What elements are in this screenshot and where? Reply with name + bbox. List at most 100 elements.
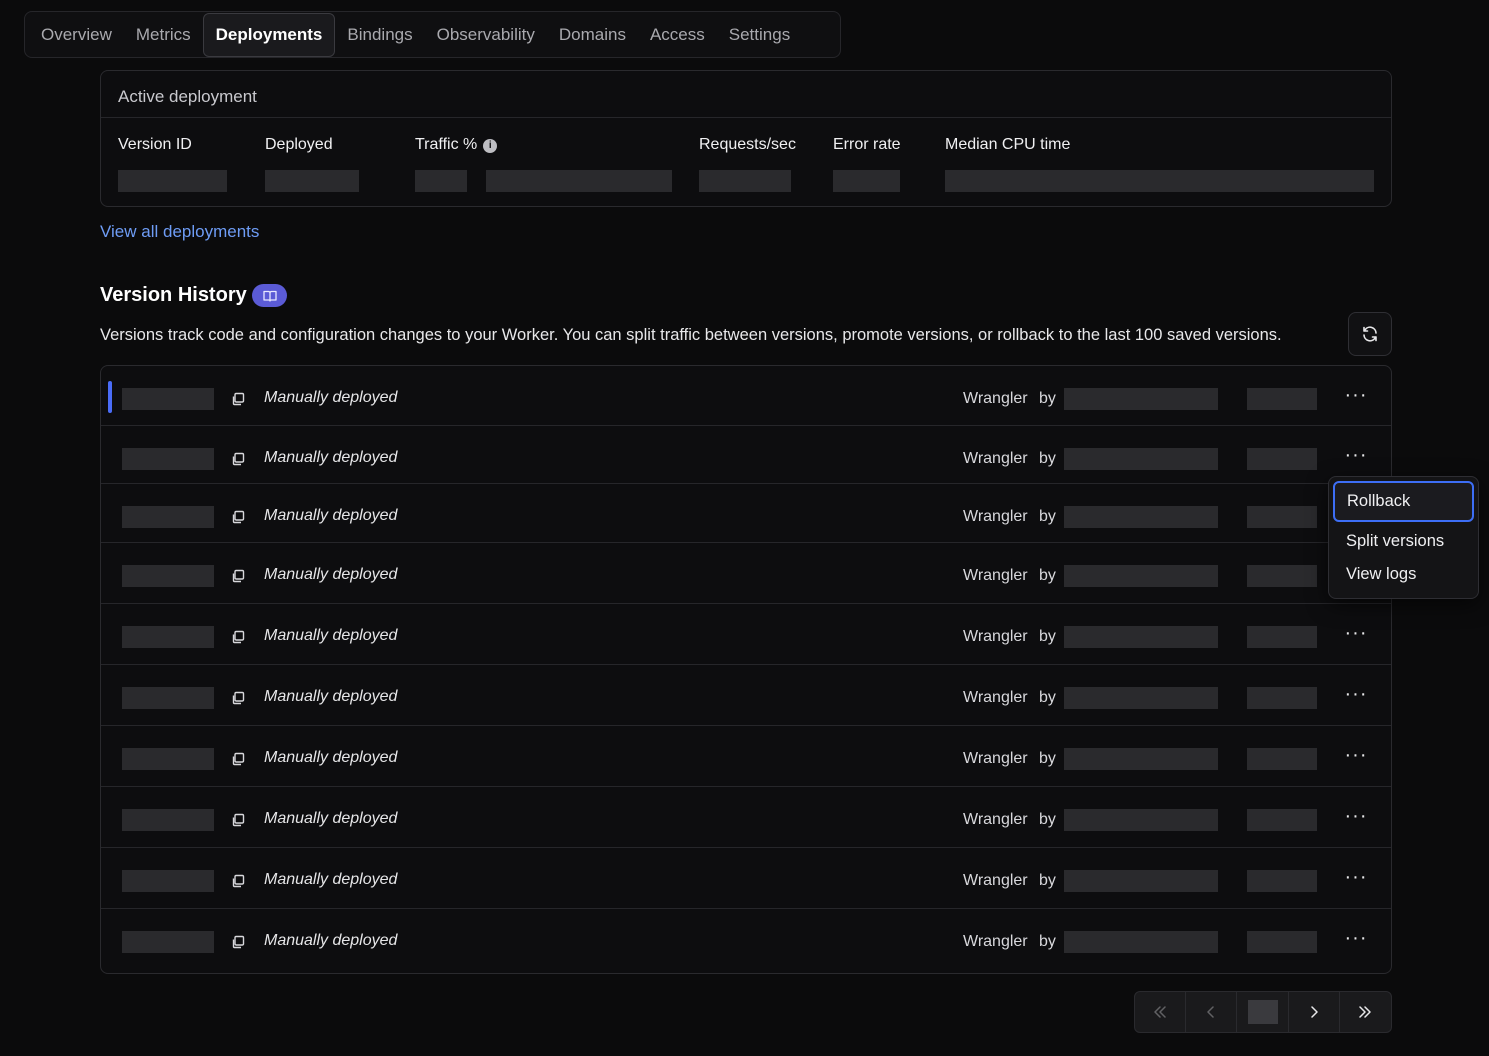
table-row: Manually deployed Wrangler by	[101, 543, 1391, 604]
table-row: Manually deployed Wrangler by ···	[101, 726, 1391, 787]
table-row: Manually deployed Wrangler by ···	[101, 366, 1391, 426]
deployment-message: Manually deployed	[264, 507, 398, 524]
version-id-placeholder	[122, 506, 214, 528]
book-icon	[262, 290, 277, 302]
more-actions-button[interactable]: ···	[1339, 925, 1373, 955]
author-placeholder	[1064, 931, 1218, 953]
copy-icon[interactable]	[230, 690, 246, 706]
tab-observability[interactable]: Observability	[425, 13, 547, 56]
version-id-placeholder	[122, 565, 214, 587]
date-placeholder	[1247, 870, 1317, 892]
copy-icon[interactable]	[230, 451, 246, 467]
more-actions-button[interactable]: ···	[1339, 864, 1373, 894]
copy-icon[interactable]	[230, 568, 246, 584]
current-page-placeholder	[1247, 1000, 1278, 1024]
version-id-placeholder	[122, 809, 214, 831]
column-requests: Requests/sec	[699, 136, 796, 153]
copy-icon[interactable]	[230, 751, 246, 767]
date-placeholder	[1247, 748, 1317, 770]
menu-item-split-versions[interactable]: Split versions	[1346, 532, 1444, 551]
table-row: Manually deployed Wrangler by	[101, 484, 1391, 543]
prev-page-button[interactable]	[1186, 992, 1238, 1032]
copy-icon[interactable]	[230, 812, 246, 828]
menu-item-view-logs[interactable]: View logs	[1346, 565, 1416, 584]
last-page-button[interactable]	[1340, 992, 1391, 1032]
deployment-message: Manually deployed	[264, 627, 398, 644]
tab-bar: Overview Metrics Deployments Bindings Ob…	[24, 11, 841, 58]
date-placeholder	[1247, 931, 1317, 953]
column-traffic: Traffic % i	[415, 136, 498, 154]
table-row: Manually deployed Wrangler by ···	[101, 604, 1391, 665]
current-page-button[interactable]	[1237, 992, 1289, 1032]
deployed-by-label: by	[1039, 508, 1056, 525]
error-rate-placeholder	[833, 170, 900, 192]
next-page-button[interactable]	[1289, 992, 1340, 1032]
tab-domains[interactable]: Domains	[547, 13, 638, 56]
more-actions-button[interactable]: ···	[1339, 681, 1373, 711]
double-chevron-left-icon	[1154, 1006, 1166, 1018]
version-id-placeholder	[118, 170, 227, 192]
info-icon[interactable]: i	[483, 139, 498, 153]
date-placeholder	[1247, 809, 1317, 831]
deployment-source: Wrangler	[963, 450, 1028, 467]
deployment-source: Wrangler	[963, 390, 1028, 407]
row-action-menu: Rollback Split versions View logs	[1328, 476, 1479, 599]
active-version-indicator	[108, 381, 112, 413]
author-placeholder	[1064, 565, 1218, 587]
median-cpu-placeholder	[945, 170, 1374, 192]
chevron-right-icon	[1310, 1006, 1318, 1018]
deployment-message: Manually deployed	[264, 932, 398, 949]
copy-icon[interactable]	[230, 873, 246, 889]
active-deployment-card: Active deployment Version ID Deployed Tr…	[100, 70, 1392, 207]
deployed-by-label: by	[1039, 390, 1056, 407]
tab-bindings[interactable]: Bindings	[335, 13, 424, 56]
author-placeholder	[1064, 870, 1218, 892]
copy-icon[interactable]	[230, 629, 246, 645]
traffic-placeholder	[415, 170, 467, 192]
column-version-id: Version ID	[118, 136, 192, 153]
refresh-button[interactable]	[1348, 312, 1392, 356]
tab-settings[interactable]: Settings	[717, 13, 802, 56]
traffic-bar-placeholder	[486, 170, 672, 192]
deployment-message: Manually deployed	[264, 566, 398, 583]
version-id-placeholder	[122, 626, 214, 648]
author-placeholder	[1064, 687, 1218, 709]
version-history-description: Versions track code and configuration ch…	[100, 326, 1282, 344]
tab-deployments[interactable]: Deployments	[202, 12, 336, 57]
deployed-by-label: by	[1039, 811, 1056, 828]
chevron-left-icon	[1207, 1006, 1215, 1018]
menu-item-rollback[interactable]: Rollback	[1333, 481, 1474, 522]
more-actions-button[interactable]: ···	[1339, 803, 1373, 833]
more-actions-button[interactable]: ···	[1339, 742, 1373, 772]
version-id-placeholder	[122, 687, 214, 709]
date-placeholder	[1247, 687, 1317, 709]
view-all-deployments-link[interactable]: View all deployments	[100, 222, 259, 242]
pagination	[1134, 991, 1392, 1033]
more-actions-button[interactable]: ···	[1339, 442, 1373, 472]
more-actions-button[interactable]: ···	[1339, 620, 1373, 650]
date-placeholder	[1247, 506, 1317, 528]
version-id-placeholder	[122, 748, 214, 770]
copy-icon[interactable]	[230, 391, 246, 407]
copy-icon[interactable]	[230, 934, 246, 950]
tab-metrics[interactable]: Metrics	[124, 13, 203, 56]
requests-placeholder	[699, 170, 791, 192]
copy-icon[interactable]	[230, 509, 246, 525]
deployed-by-label: by	[1039, 872, 1056, 889]
docs-badge[interactable]	[252, 284, 287, 307]
active-deployment-title: Active deployment	[118, 87, 257, 106]
tab-overview[interactable]: Overview	[29, 13, 124, 56]
deployment-source: Wrangler	[963, 628, 1028, 645]
deployment-source: Wrangler	[963, 872, 1028, 889]
deployment-source: Wrangler	[963, 689, 1028, 706]
first-page-button[interactable]	[1135, 992, 1187, 1032]
table-row: Manually deployed Wrangler by ···	[101, 848, 1391, 909]
table-row: Manually deployed Wrangler by ···	[101, 787, 1391, 848]
active-deployment-table: Version ID Deployed Traffic % i Requests/…	[101, 117, 1391, 206]
deployed-by-label: by	[1039, 689, 1056, 706]
date-placeholder	[1247, 565, 1317, 587]
tab-access[interactable]: Access	[638, 13, 717, 56]
table-row: Manually deployed Wrangler by ···	[101, 909, 1391, 970]
more-actions-button[interactable]: ···	[1339, 382, 1373, 412]
deployed-by-label: by	[1039, 628, 1056, 645]
